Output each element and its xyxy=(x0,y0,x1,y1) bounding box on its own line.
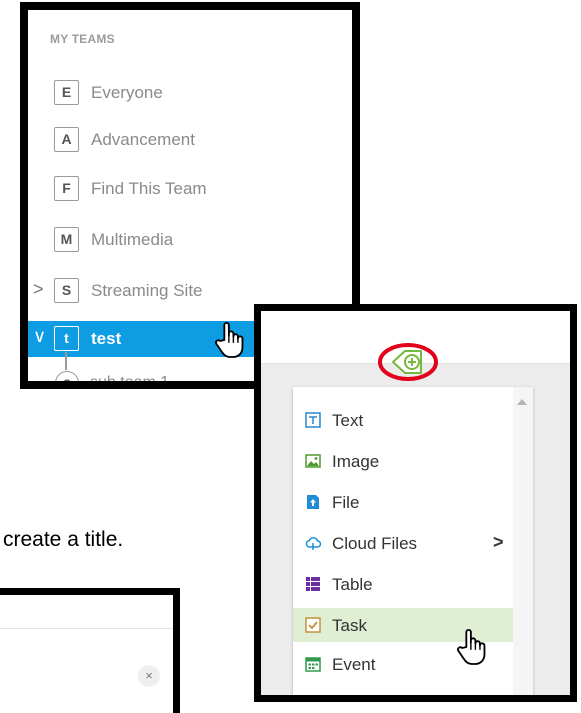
task-icon xyxy=(305,617,321,633)
add-content-button[interactable] xyxy=(377,341,439,383)
team-item-everyone[interactable]: E Everyone xyxy=(28,75,352,111)
scroll-up-arrow-icon[interactable] xyxy=(517,399,527,405)
chevron-right-icon: > xyxy=(493,532,504,552)
menu-item-text[interactable]: Text xyxy=(293,403,513,437)
team-badge: E xyxy=(54,80,79,105)
team-badge: t xyxy=(54,326,79,351)
chevron-down-icon[interactable]: ∨ xyxy=(33,326,46,347)
chevron-right-icon[interactable]: > xyxy=(33,279,44,300)
teams-header: MY TEAMS xyxy=(50,32,115,46)
menu-item-label: Task xyxy=(332,616,367,635)
file-icon xyxy=(307,495,319,509)
menu-item-label: Image xyxy=(332,452,380,471)
content-menu-panel: Text Image File Cloud Files > Table Task… xyxy=(254,304,577,702)
menu-item-label: File xyxy=(332,493,360,512)
team-label: Streaming Site xyxy=(91,281,203,300)
table-icon xyxy=(306,577,320,591)
team-label: Advancement xyxy=(91,130,195,149)
instruction-caption: create a title. xyxy=(3,528,124,551)
team-badge: M xyxy=(54,227,79,252)
menu-item-cloud-files[interactable]: Cloud Files > xyxy=(293,526,513,560)
subteam-label: sub team 1 xyxy=(90,374,170,389)
dialog-divider xyxy=(0,628,173,629)
cloud-icon xyxy=(305,537,321,550)
dialog-panel: × xyxy=(0,588,180,713)
image-icon xyxy=(305,454,321,468)
team-label: Multimedia xyxy=(91,230,174,249)
hand-cursor-icon xyxy=(215,321,244,358)
menu-item-image[interactable]: Image xyxy=(293,444,513,478)
menu-item-label: Text xyxy=(332,411,364,430)
menu-item-file[interactable]: File xyxy=(293,485,513,519)
menu-item-label: Table xyxy=(332,575,373,594)
hand-cursor-icon xyxy=(457,628,486,665)
team-label: Everyone xyxy=(91,83,163,102)
team-label: test xyxy=(91,329,122,348)
team-item-advancement[interactable]: A Advancement xyxy=(28,122,352,158)
close-icon[interactable]: × xyxy=(138,665,160,687)
subteam-connector xyxy=(65,352,67,370)
subteam-badge: s xyxy=(55,371,79,381)
team-label: Find This Team xyxy=(91,179,207,198)
team-item-multimedia[interactable]: M Multimedia xyxy=(28,222,352,258)
team-item-find-this-team[interactable]: F Find This Team xyxy=(28,171,352,207)
team-badge: F xyxy=(54,176,79,201)
content-type-menu: Text Image File Cloud Files > Table Task… xyxy=(293,387,533,695)
team-badge: A xyxy=(54,127,79,152)
team-badge: S xyxy=(54,278,79,303)
menu-item-table[interactable]: Table xyxy=(293,567,513,601)
menu-item-label: Cloud Files xyxy=(332,534,418,553)
menu-scrollbar[interactable] xyxy=(513,387,533,695)
menu-item-label: Event xyxy=(332,655,376,674)
event-icon xyxy=(305,657,321,672)
text-icon xyxy=(305,412,321,428)
